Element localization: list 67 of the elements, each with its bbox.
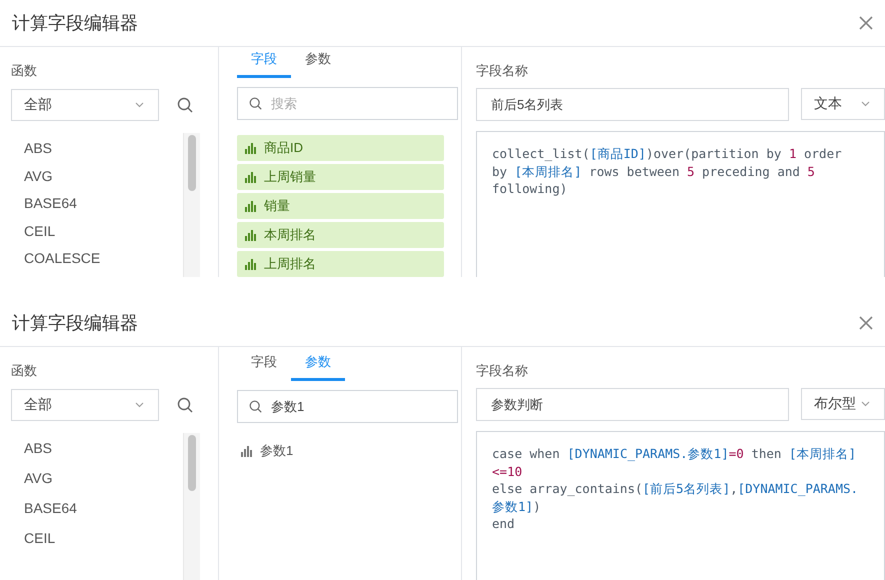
bar-chart-icon	[241, 446, 252, 456]
field-item[interactable]: 参数1	[237, 438, 444, 464]
dialog-title: 计算字段编辑器	[12, 12, 138, 35]
field-item[interactable]: 销量	[237, 193, 444, 219]
scrollbar-thumb[interactable]	[188, 435, 196, 491]
caret-icon	[861, 101, 870, 107]
scrollbar[interactable]	[183, 133, 200, 277]
field-item[interactable]: 本周排名	[237, 222, 444, 248]
field-name-label: 字段名称	[476, 63, 529, 79]
category-select[interactable]: 全部	[11, 89, 159, 121]
function-item[interactable]: COALESCE	[11, 249, 183, 277]
function-item[interactable]: AVG	[11, 166, 183, 194]
tab[interactable]: 参数	[291, 50, 345, 78]
dialog-title: 计算字段编辑器	[12, 312, 138, 335]
type-select[interactable]: 文本	[801, 88, 885, 120]
field-name-label: 字段名称	[476, 363, 529, 379]
bar-chart-icon	[245, 172, 256, 182]
code-line: end	[492, 515, 516, 532]
search-icon[interactable]	[249, 97, 262, 110]
function-item[interactable]: CEIL	[11, 222, 183, 250]
caret-icon	[135, 102, 144, 108]
function-item[interactable]: ABS	[11, 139, 183, 167]
caret-icon	[861, 401, 870, 407]
close-icon[interactable]	[859, 316, 873, 330]
field-name-input[interactable]: 前后5名列表	[476, 88, 789, 121]
bar-chart-icon	[245, 200, 256, 212]
bar-chart-icon	[245, 258, 256, 270]
code-line: by [本周排名] rows between 5 preceding and 5	[492, 162, 816, 180]
code-line: collect_list([商品ID])over(partition by 1 order	[492, 145, 843, 162]
field-item[interactable]: 商品ID	[237, 135, 444, 161]
code-line: 参数1])	[492, 498, 542, 515]
search-icon[interactable]	[177, 97, 193, 113]
type-select[interactable]: 布尔型	[801, 388, 885, 420]
section-label: 函数	[11, 363, 38, 379]
code-editor[interactable]: collect_list([商品ID])over(partition by 1 order by [本周排名] rows between 5 preceding and 5 following)	[476, 131, 885, 277]
field-item[interactable]: 上周销量	[237, 164, 444, 190]
field-item[interactable]: 上周排名	[237, 251, 444, 277]
function-item[interactable]: CEIL	[11, 529, 183, 559]
bar-chart-icon	[245, 230, 256, 240]
caret-icon	[135, 402, 144, 408]
field-label: 上周销量	[264, 168, 316, 186]
section-label: 函数	[11, 63, 38, 79]
category-select[interactable]: 全部	[11, 389, 159, 421]
field-label: 上周排名	[264, 255, 316, 273]
close-icon[interactable]	[859, 16, 873, 30]
code-editor[interactable]: case when [DYNAMIC_PARAMS.参数1]=0 then [本周排名] <=10 else array_contains([前后5名列表],[DYNAMIC_PARAMS. 参数1]) end	[476, 431, 885, 580]
field-label: 本周排名	[264, 226, 316, 244]
field-label: 商品ID	[264, 139, 303, 157]
bar-chart-icon	[245, 142, 256, 154]
field-name-input[interactable]: 参数判断	[476, 388, 789, 421]
tab[interactable]: 字段	[237, 353, 291, 381]
function-item[interactable]: BASE64	[11, 499, 183, 529]
search-field[interactable]: 搜索	[237, 87, 458, 120]
field-label: 参数1	[260, 442, 294, 460]
code-line: else array_contains([前后5名列表],[DYNAMIC_PARAMS.	[492, 480, 860, 498]
search-field[interactable]: 参数1	[237, 390, 458, 423]
function-item[interactable]: AVG	[11, 469, 183, 499]
scrollbar-thumb[interactable]	[188, 135, 196, 191]
scrollbar[interactable]	[183, 433, 200, 580]
search-icon[interactable]	[177, 397, 193, 413]
search-icon[interactable]	[249, 400, 262, 413]
field-label: 销量	[264, 197, 290, 215]
code-line: <=10	[492, 462, 524, 480]
function-item[interactable]: ABS	[11, 439, 183, 469]
code-line: case when [DYNAMIC_PARAMS.参数1]=0 then [本周排名]	[492, 445, 858, 462]
function-item[interactable]: BASE64	[11, 194, 183, 222]
code-line: following)	[492, 180, 568, 198]
